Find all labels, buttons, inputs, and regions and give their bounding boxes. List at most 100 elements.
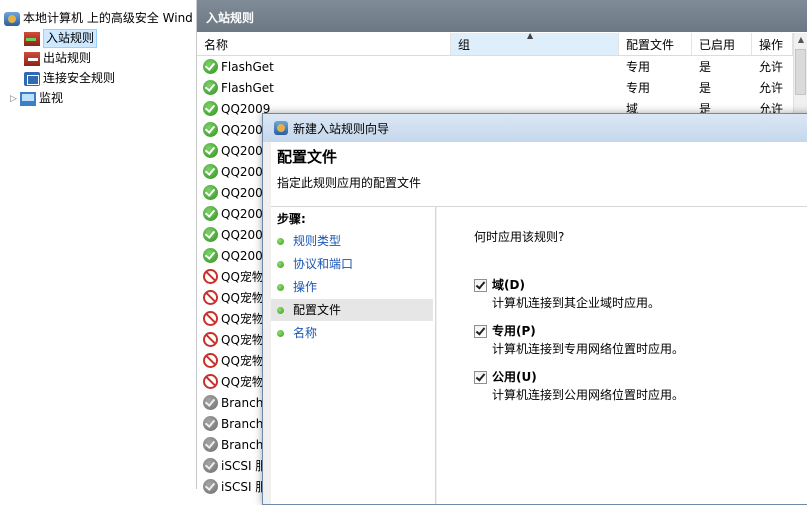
tree-item-monitoring[interactable]: ▷ 监视 (10, 88, 63, 108)
profile-checkbox[interactable] (474, 279, 487, 292)
tree-item-label: 监视 (39, 91, 64, 105)
connection-security-icon (24, 71, 40, 86)
rule-allow-icon (203, 227, 218, 242)
step-item[interactable]: 配置文件 (271, 299, 433, 321)
rule-off-icon (203, 479, 218, 494)
sort-ascending-icon: ▲ (527, 31, 534, 40)
rule-profile: 专用 (626, 60, 651, 74)
rule-name: QQ宠物 (221, 333, 264, 347)
profile-checkbox[interactable] (474, 371, 487, 384)
rule-block-icon (203, 269, 218, 284)
step-bullet-icon (277, 307, 284, 314)
step-item[interactable]: 名称 (271, 322, 433, 344)
rule-enabled: 是 (699, 81, 712, 95)
rule-allow-icon (203, 101, 218, 116)
option-label[interactable]: 专用(P) (492, 322, 536, 339)
rule-allow-icon (203, 143, 218, 158)
dialog-header: 配置文件 指定此规则应用的配置文件 (271, 142, 807, 207)
step-label: 规则类型 (293, 234, 342, 248)
scroll-thumb[interactable] (795, 49, 806, 95)
rule-name: FlashGet (221, 81, 274, 95)
rule-name: QQ200 (221, 165, 263, 179)
tree-item-inbound-rules[interactable]: 入站规则 (24, 28, 98, 48)
profile-checkbox[interactable] (474, 325, 487, 338)
step-item[interactable]: 操作 (271, 276, 433, 298)
rule-name: QQ宠物 (221, 312, 264, 326)
rule-action: 允许 (759, 81, 784, 95)
rule-off-icon (203, 458, 218, 473)
rule-name: QQ200 (221, 123, 263, 137)
rule-profile: 专用 (626, 81, 651, 95)
monitor-icon (20, 91, 36, 106)
tree-item-label: 连接安全规则 (43, 71, 116, 85)
option-label[interactable]: 公用(U) (492, 368, 537, 385)
step-label: 配置文件 (293, 303, 342, 317)
table-row[interactable]: FlashGet 专用 是 允许 (197, 77, 793, 98)
navigation-tree: 本地计算机 上的高级安全 Wind 入站规则 出站规则 连接安全规则 ▷ 监视 (0, 0, 197, 489)
rule-enabled: 是 (699, 60, 712, 74)
header-subtitle: 指定此规则应用的配置文件 (277, 176, 422, 190)
step-item[interactable]: 规则类型 (271, 230, 433, 252)
rule-name: QQ宠物 (221, 291, 264, 305)
header-title: 配置文件 (277, 148, 338, 166)
rule-name: FlashGet (221, 60, 274, 74)
rule-off-icon (203, 416, 218, 431)
rule-name: QQ宠物 (221, 375, 264, 389)
tree-item-outbound-rules[interactable]: 出站规则 (24, 48, 91, 68)
outbound-rules-icon (24, 51, 40, 66)
rule-name: Branch (221, 417, 264, 431)
rule-off-icon (203, 395, 218, 410)
expand-arrow-icon[interactable]: ▷ (10, 89, 20, 109)
rule-name: QQ200 (221, 144, 263, 158)
rule-name: iSCSI 服 (221, 480, 268, 494)
tree-item-label: 入站规则 (43, 29, 98, 48)
rule-name: iSCSI 服 (221, 459, 268, 473)
rule-allow-icon (203, 164, 218, 179)
rule-allow-icon (203, 59, 218, 74)
step-bullet-icon (277, 330, 284, 337)
inbound-rules-icon (24, 31, 40, 46)
new-inbound-rule-wizard: 新建入站规则向导 配置文件 指定此规则应用的配置文件 步骤: 规则类型协议和端口… (262, 113, 807, 505)
firewall-icon (4, 11, 20, 26)
rule-name: Branch (221, 438, 264, 452)
tree-item-connection-security-rules[interactable]: 连接安全规则 (24, 68, 115, 88)
scroll-up-icon[interactable]: ▲ (794, 33, 807, 47)
rule-action: 允许 (759, 60, 784, 74)
step-bullet-icon (277, 261, 284, 268)
column-enabled[interactable]: 已启用 (692, 33, 752, 55)
steps-pane: 步骤: 规则类型协议和端口操作配置文件名称 (271, 207, 436, 504)
step-bullet-icon (277, 238, 284, 245)
panel-title: 入站规则 (197, 0, 807, 32)
rule-block-icon (203, 332, 218, 347)
column-header: 名称 组 ▲ 配置文件 已启用 操作 (197, 31, 793, 56)
option-label[interactable]: 域(D) (492, 276, 525, 293)
rule-name: QQ宠物 (221, 270, 264, 284)
rule-name: QQ200 (221, 228, 263, 242)
rule-block-icon (203, 374, 218, 389)
table-row[interactable]: FlashGet 专用 是 允许 (197, 56, 793, 77)
column-profile[interactable]: 配置文件 (619, 33, 692, 55)
question-text: 何时应用该规则? (474, 230, 565, 244)
rule-name: QQ宠物 (221, 354, 264, 368)
option-description: 计算机连接到公用网络位置时应用。 (492, 388, 685, 402)
option-description: 计算机连接到专用网络位置时应用。 (492, 342, 685, 356)
dialog-titlebar[interactable]: 新建入站规则向导 (263, 114, 807, 142)
rule-allow-icon (203, 122, 218, 137)
tree-root[interactable]: 本地计算机 上的高级安全 Wind (4, 8, 193, 28)
steps-title: 步骤: (277, 212, 306, 226)
step-label: 名称 (293, 326, 318, 340)
tree-root-label: 本地计算机 上的高级安全 Wind (23, 11, 193, 25)
rule-allow-icon (203, 206, 218, 221)
column-action[interactable]: 操作 (752, 33, 793, 55)
dialog-title: 新建入站规则向导 (293, 122, 390, 136)
option-description: 计算机连接到其企业域时应用。 (492, 296, 661, 310)
step-item[interactable]: 协议和端口 (271, 253, 433, 275)
rule-block-icon (203, 353, 218, 368)
step-label: 操作 (293, 280, 318, 294)
column-group[interactable]: 组 (451, 33, 619, 55)
rule-block-icon (203, 290, 218, 305)
rule-name: QQ200 (221, 186, 263, 200)
column-name[interactable]: 名称 (197, 33, 451, 55)
rule-name: QQ200 (221, 249, 263, 263)
rule-block-icon (203, 311, 218, 326)
